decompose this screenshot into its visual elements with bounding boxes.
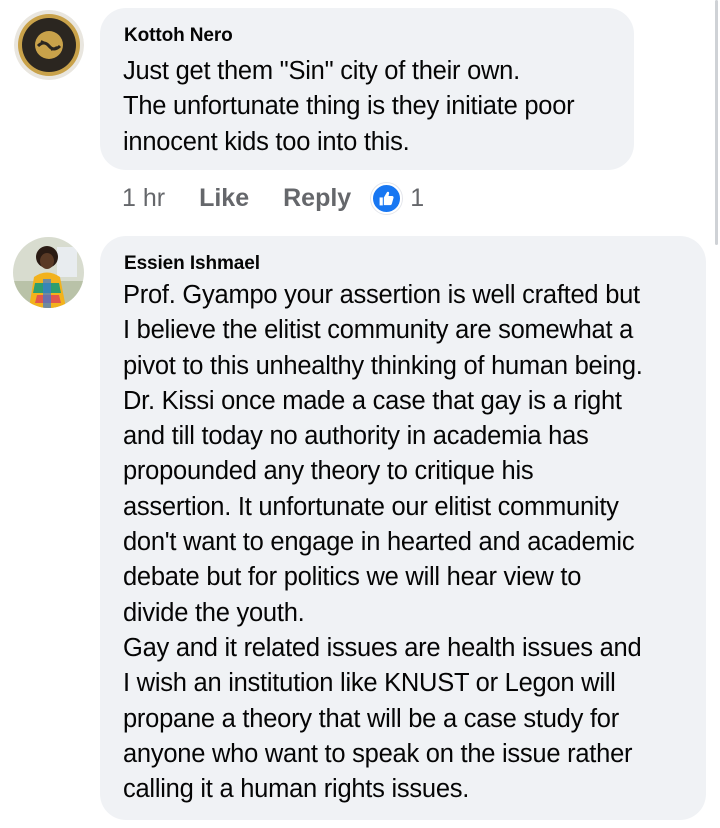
avatar[interactable]: [13, 237, 84, 308]
comment-text-line: don't want to engage in hearted and acad…: [123, 528, 635, 557]
comment-timestamp[interactable]: 1 hr: [122, 184, 165, 213]
comment-text-line: calling it a human rights issues.: [123, 775, 470, 804]
comment-text-line: Dr. Kissi once made a case that gay is a…: [123, 386, 622, 415]
user-photo-avatar-icon: [13, 237, 84, 308]
comment-text-line: innocent kids too into this.: [123, 127, 410, 156]
comment-text-line: anyone who want to speak on the issue ra…: [123, 739, 633, 768]
comment-bubble: Essien Ishmael Prof. Gyampo your asserti…: [100, 236, 706, 820]
comment-text: Just get them "Sin" city of their own. T…: [123, 54, 624, 160]
comment-text-line: Prof. Gyampo your assertion is well craf…: [123, 281, 640, 309]
comment-text-line: debate but for politics we will hear vie…: [123, 563, 582, 592]
comment-actions: 1 hr Like Reply 1: [122, 178, 424, 218]
comment-text-line: divide the youth.: [123, 598, 305, 627]
comment-text-line: and till today no authority in academia …: [123, 422, 589, 451]
comment-author[interactable]: Kottoh Nero: [124, 25, 233, 47]
scrollbar[interactable]: [715, 0, 718, 245]
comment-text-line: I wish an institution like KNUST or Lego…: [123, 669, 616, 698]
comment-text-line: The unfortunate thing is they initiate p…: [123, 92, 575, 121]
together-we-can-badge-icon: [14, 10, 84, 80]
comment-text-line: Gay and it related issues are health iss…: [123, 633, 642, 662]
like-thumbs-up-icon[interactable]: [371, 182, 403, 214]
reply-button[interactable]: Reply: [283, 184, 351, 213]
comments-page: Kottoh Nero Just get them "Sin" city of …: [0, 0, 720, 828]
comment-text: Prof. Gyampo your assertion is well craf…: [123, 278, 696, 807]
comment-text-line: propounded any theory to critique his: [123, 457, 534, 486]
comment-text-line: I believe the elitist community are some…: [123, 316, 634, 345]
comment-author[interactable]: Essien Ishmael: [124, 253, 260, 275]
reaction-count[interactable]: 1: [410, 184, 424, 213]
comment-bubble: Kottoh Nero Just get them "Sin" city of …: [100, 8, 634, 170]
like-button[interactable]: Like: [199, 184, 249, 213]
avatar[interactable]: [14, 10, 84, 80]
comment-text-line: Just get them "Sin" city of their own.: [123, 57, 520, 85]
comment-text-line: assertion. It unfortunate our elitist co…: [123, 492, 619, 521]
comment-text-line: pivot to this unhealthy thinking of huma…: [123, 351, 643, 380]
comment-text-line: propane a theory that will be a case stu…: [123, 704, 619, 733]
